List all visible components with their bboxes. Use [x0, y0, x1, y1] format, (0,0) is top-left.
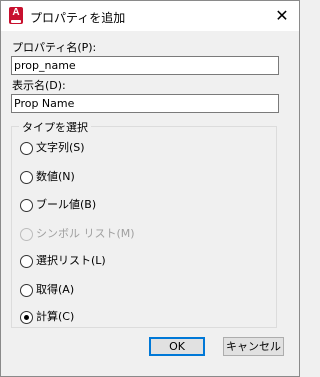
radio-circle-icon [20, 284, 33, 297]
ok-button[interactable]: OK [149, 337, 205, 356]
window-title: プロパティを追加 [30, 11, 126, 25]
radio-circle-icon [20, 255, 33, 268]
radio-number-label: 数値(N) [36, 170, 75, 183]
title-bar[interactable]: A プロパティを追加 ✕ [1, 1, 299, 31]
radio-selection-list-label: 選択リスト(L) [36, 254, 106, 267]
autocad-app-icon: A [9, 7, 23, 24]
radio-circle-icon [20, 171, 33, 184]
radio-circle-icon [20, 228, 33, 241]
radio-dot-icon [24, 315, 29, 320]
radio-circle-checked-icon [20, 311, 33, 324]
close-button[interactable]: ✕ [265, 1, 299, 31]
property-name-label: プロパティ名(P): [12, 41, 97, 54]
radio-symbol-list-label: シンボル リスト(M) [36, 227, 135, 240]
add-property-dialog: A プロパティを追加 ✕ プロパティ名(P): prop_name 表示名(D)… [0, 0, 300, 377]
app-icon-letter: A [12, 7, 20, 18]
display-name-label: 表示名(D): [12, 79, 66, 92]
cancel-button[interactable]: キャンセル [223, 337, 284, 356]
radio-calculated-label: 計算(C) [36, 310, 75, 323]
radio-boolean-label: ブール値(B) [36, 198, 97, 211]
display-name-input[interactable]: Prop Name [11, 94, 279, 113]
radio-string-label: 文字列(S) [36, 141, 85, 154]
radio-circle-icon [20, 142, 33, 155]
property-name-input[interactable]: prop_name [11, 56, 279, 75]
app-icon-stripe [11, 20, 21, 23]
radio-acquire-label: 取得(A) [36, 283, 75, 296]
type-groupbox-title: タイプを選択 [19, 119, 91, 135]
radio-circle-icon [20, 199, 33, 212]
